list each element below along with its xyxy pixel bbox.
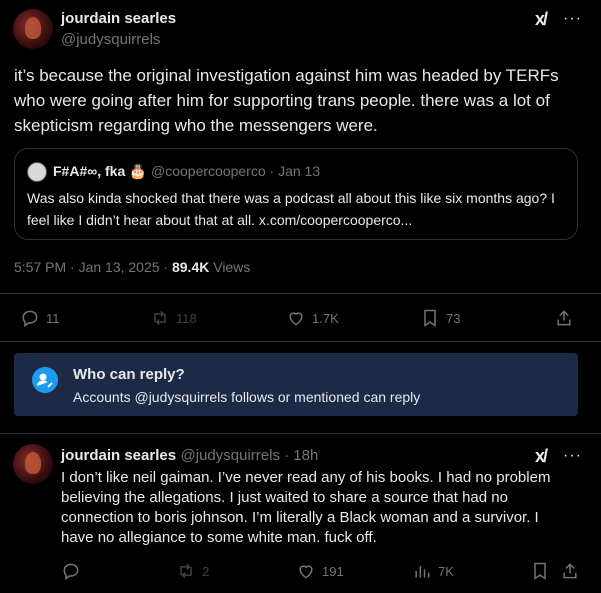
- like-count: 1.7K: [312, 310, 339, 326]
- reply-reply-button[interactable]: [61, 561, 87, 581]
- repost-button[interactable]: 118: [150, 308, 197, 328]
- like-button[interactable]: 1.7K: [286, 308, 339, 328]
- reply-like-button[interactable]: 191: [296, 561, 344, 581]
- heart-icon: [289, 312, 303, 326]
- quoted-author-handle: @coopercooperco · Jan 13: [151, 163, 321, 179]
- reply-count: 11: [46, 310, 60, 326]
- reply-like-count: 191: [322, 563, 344, 579]
- reply-author-avatar[interactable]: [13, 444, 53, 484]
- bookmark-icon: [424, 309, 436, 327]
- bookmark-button[interactable]: 73: [420, 308, 460, 328]
- reply-line: connection to boris johnson. I’m literal…: [61, 509, 539, 526]
- user-mention-icon: [32, 367, 58, 393]
- bookmark-icon: [534, 562, 546, 580]
- share-icon: [557, 310, 571, 326]
- views-icon: [415, 566, 430, 578]
- views-label: Views: [209, 259, 251, 275]
- quoted-author-avatar: [27, 162, 47, 182]
- grok-icon[interactable]: x/: [535, 446, 548, 467]
- reply-line: have no allegiance to some white man. fu…: [61, 529, 377, 546]
- reply-views-count: 7K: [438, 563, 454, 579]
- quoted-author-name: F#A#∞, fka 🎂: [53, 163, 147, 179]
- who-can-reply-title: Who can reply?: [73, 366, 185, 383]
- share-button[interactable]: [554, 308, 574, 328]
- quoted-tweet-text: Was also kinda shocked that there was a …: [27, 190, 555, 228]
- repost-count: 118: [176, 310, 197, 326]
- reply-line: believing the allegations. I just waited…: [61, 489, 508, 506]
- reply-share-button[interactable]: [560, 561, 580, 581]
- reply-author-name[interactable]: jourdain searles: [61, 447, 176, 464]
- quoted-tweet-card[interactable]: F#A#∞, fka 🎂 @coopercooperco · Jan 13 Wa…: [14, 148, 578, 240]
- divider: [0, 341, 601, 342]
- tweet-timestamp[interactable]: 5:57 PM · Jan 13, 2025 · 89.4K Views: [14, 259, 250, 275]
- repost-icon: [180, 563, 192, 579]
- reply-bookmark-button[interactable]: [530, 561, 550, 581]
- author-name[interactable]: jourdain searles: [61, 10, 176, 27]
- reply-line: I don’t like neil gaiman. I’ve never rea…: [61, 469, 551, 486]
- author-avatar[interactable]: [13, 9, 53, 49]
- reply-icon: [63, 563, 79, 580]
- reply-views-button[interactable]: 7K: [412, 561, 454, 581]
- heart-icon: [299, 565, 313, 579]
- who-can-reply-box: Who can reply? Accounts @judysquirrels f…: [14, 353, 578, 416]
- divider: [0, 293, 601, 294]
- repost-icon: [154, 310, 166, 326]
- reply-repost-button[interactable]: 2: [176, 561, 209, 581]
- share-icon: [563, 563, 577, 579]
- bookmark-count: 73: [446, 310, 461, 326]
- reply-repost-count: 2: [202, 563, 210, 579]
- reply-icon: [22, 310, 38, 327]
- timestamp-text: 5:57 PM · Jan 13, 2025 ·: [14, 259, 172, 275]
- who-can-reply-subtitle: Accounts @judysquirrels follows or menti…: [73, 389, 421, 405]
- views-count: 89.4K: [171, 259, 210, 275]
- reply-button[interactable]: 11: [20, 308, 60, 328]
- reply-author-handle[interactable]: @judysquirrels · 18h: [181, 447, 319, 464]
- divider: [0, 433, 601, 434]
- reply-tweet-text: I don’t like neil gaiman. I’ve never rea…: [61, 468, 591, 548]
- more-options-icon[interactable]: ···: [563, 447, 582, 465]
- tweet-text: it’s because the original investigation …: [14, 66, 559, 135]
- more-options-icon[interactable]: ···: [563, 10, 582, 28]
- author-handle[interactable]: @judysquirrels: [61, 31, 160, 48]
- grok-icon[interactable]: x/: [535, 9, 548, 30]
